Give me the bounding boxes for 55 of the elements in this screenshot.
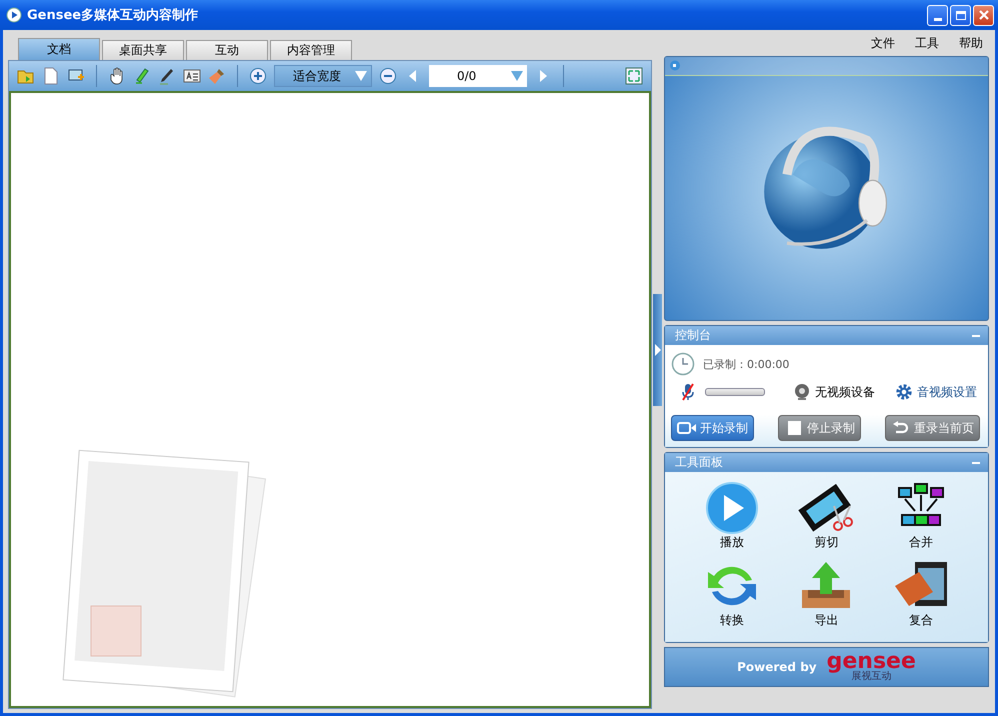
page-field[interactable]: 0/0 xyxy=(429,65,527,87)
caret-icon xyxy=(355,71,367,81)
settings-icon[interactable] xyxy=(895,383,913,401)
tab[interactable]: 桌面共享 xyxy=(102,40,184,60)
tab[interactable]: 文档 xyxy=(18,38,100,60)
fullscreen-icon[interactable] xyxy=(625,67,643,85)
clock-icon xyxy=(671,352,695,376)
panel-title: 控制台 xyxy=(675,327,711,344)
document-icon[interactable] xyxy=(42,67,60,85)
powered-by-text: Powered by xyxy=(737,660,817,674)
tab[interactable]: 互动 xyxy=(186,40,268,60)
tool-label: 合并 xyxy=(908,534,933,551)
brush-icon[interactable] xyxy=(208,67,226,85)
tab[interactable]: 内容管理 xyxy=(270,40,352,60)
close-button[interactable] xyxy=(973,4,994,26)
panel-title: 工具面板 xyxy=(675,454,723,471)
zoom-out-icon[interactable] xyxy=(379,67,397,85)
tool-button[interactable]: 转换 xyxy=(685,560,780,638)
camera-status: 无视频设备 xyxy=(815,384,875,400)
tool-label: 播放 xyxy=(720,534,744,551)
tool-label: 剪切 xyxy=(814,534,838,551)
menu-item[interactable]: 文件 xyxy=(871,34,895,52)
tool-label: 复合 xyxy=(908,612,933,629)
tool-button[interactable]: 剪切 xyxy=(779,482,874,560)
collapse-handle[interactable] xyxy=(653,294,662,406)
zoom-in-icon[interactable] xyxy=(249,67,267,85)
tool-label: 转换 xyxy=(720,612,744,629)
tool-button[interactable]: 播放 xyxy=(685,482,780,560)
muted-microphone-icon[interactable] xyxy=(681,383,695,401)
tool-label: 导出 xyxy=(814,612,838,629)
settings-link[interactable]: 音视频设置 xyxy=(917,384,977,400)
menu-item[interactable]: 帮助 xyxy=(959,34,983,52)
record-control-button[interactable]: 开始录制 xyxy=(671,415,754,441)
mic-level-meter xyxy=(705,388,765,396)
tool-button[interactable]: 导出 xyxy=(779,560,874,638)
tool-button[interactable]: 合并 xyxy=(874,482,968,560)
zoom-dropdown[interactable]: 适合宽度 xyxy=(274,65,372,87)
play-icon xyxy=(6,7,22,23)
camera-icon xyxy=(677,420,697,436)
window-title: Gensee多媒体互动内容制作 xyxy=(27,6,200,24)
maximize-button[interactable] xyxy=(950,4,971,26)
caret-icon xyxy=(511,71,523,81)
highlighter-icon[interactable] xyxy=(133,67,151,85)
chat-bubble-icon xyxy=(669,60,681,72)
pen-icon[interactable] xyxy=(158,67,176,85)
webcam-icon xyxy=(793,383,811,401)
recorded-time: 已录制：0:00:00 xyxy=(703,356,790,372)
logo-text: gensee xyxy=(826,652,916,672)
minimize-button[interactable] xyxy=(927,4,948,26)
menu-item[interactable]: 工具 xyxy=(915,34,939,52)
tool-button[interactable]: 复合 xyxy=(874,560,968,638)
undo-icon xyxy=(891,420,911,436)
close-icon xyxy=(978,9,990,21)
logo-subtitle: 展视互动 xyxy=(851,672,892,682)
text-box-icon[interactable] xyxy=(183,67,201,85)
